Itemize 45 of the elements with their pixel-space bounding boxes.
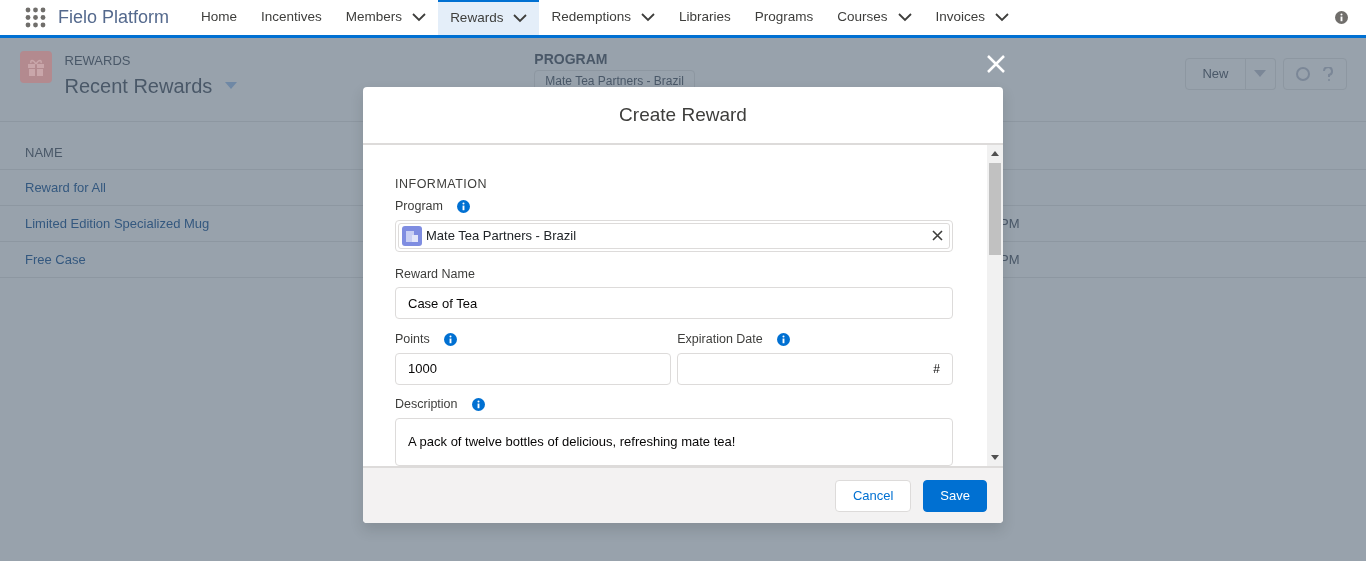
column-header: NAME	[25, 143, 63, 162]
field-label: Description	[395, 396, 458, 413]
dropdown-icon[interactable]	[225, 81, 238, 90]
save-button[interactable]: Save	[923, 479, 987, 512]
object-label: REWARDS	[64, 52, 132, 70]
date-field[interactable]: #	[677, 352, 953, 385]
input-field[interactable]: Case of Tea	[395, 287, 953, 320]
close-icon[interactable]	[932, 230, 943, 241]
field-label: Expiration Date	[677, 330, 763, 348]
nav-tab[interactable]: Members	[333, 0, 439, 35]
nav-tab[interactable]: Home	[189, 0, 250, 35]
nav-tab[interactable]: Invoices	[923, 0, 1022, 35]
info-icon[interactable]	[1335, 11, 1348, 24]
app-launcher-icon[interactable]	[25, 7, 46, 28]
help-button[interactable]	[1282, 57, 1347, 90]
scrollbar[interactable]	[987, 145, 1003, 466]
scroll-up-icon[interactable]	[991, 151, 999, 156]
section-heading: INFORMATION	[395, 176, 489, 193]
caret-icon	[1253, 70, 1266, 79]
dropdown-button[interactable]	[1244, 57, 1276, 90]
text-area[interactable]: A pack of twelve bottles of delicious, refreshing mate tea!	[395, 417, 953, 466]
nav-tab[interactable]: Incentives	[249, 0, 334, 35]
gift-icon	[19, 51, 52, 83]
list-view-title: Recent Rewards	[64, 73, 213, 99]
field-label: Reward Name	[395, 265, 475, 283]
field-label: Points	[395, 330, 430, 348]
calendar-icon[interactable]: #	[933, 359, 940, 378]
lookup-pill[interactable]: Mate Tea Partners - Brazil	[398, 222, 950, 249]
circle-icon	[1296, 66, 1310, 81]
nav-tab[interactable]: Programs	[742, 0, 826, 35]
program-label: PROGRAM	[534, 50, 609, 69]
modal-title: Create Reward	[363, 87, 1003, 145]
info-icon	[456, 199, 470, 213]
nav-tab[interactable]: Rewards	[438, 0, 540, 35]
building-icon	[402, 225, 422, 246]
input-field[interactable]: 1000	[395, 352, 671, 385]
field-label: Program	[395, 197, 443, 215]
question-mark-icon	[1323, 66, 1333, 81]
scroll-down-icon[interactable]	[991, 455, 999, 460]
nav-tab[interactable]: Courses	[825, 0, 924, 35]
scrollbar-thumb[interactable]	[989, 163, 1001, 255]
nav-tab[interactable]: Libraries	[666, 0, 743, 35]
app-name: Fielo Platform	[58, 6, 170, 29]
cancel-button[interactable]: Cancel	[834, 479, 912, 512]
nav-tab[interactable]: Redemptions	[539, 0, 667, 35]
